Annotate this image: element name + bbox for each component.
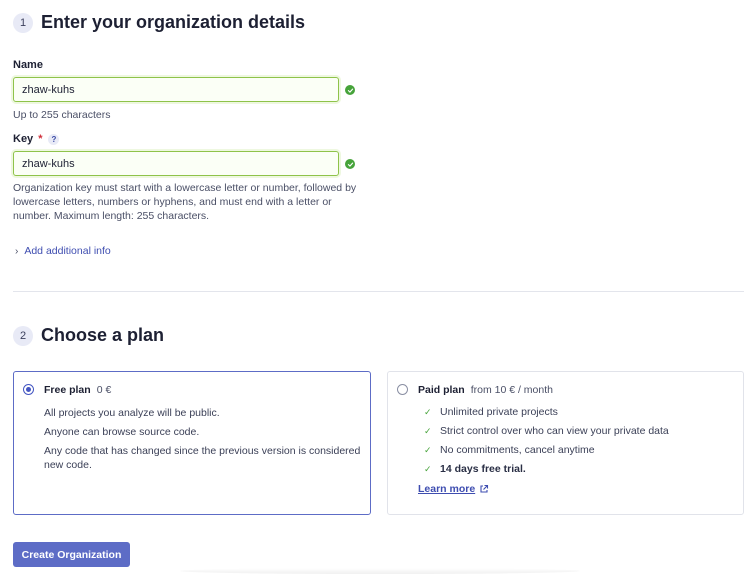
create-organization-button[interactable]: Create Organization bbox=[13, 542, 130, 567]
check-icon: ✓ bbox=[424, 406, 432, 417]
name-label-text: Name bbox=[13, 59, 43, 71]
feature-text: Strict control over who can view your pr… bbox=[440, 425, 669, 437]
key-field[interactable] bbox=[13, 151, 339, 176]
key-input[interactable] bbox=[22, 157, 338, 170]
paid-plan-name: Paid plan bbox=[418, 384, 465, 396]
learn-more-link[interactable]: Learn more bbox=[418, 483, 489, 495]
free-plan-title: Free plan 0 € bbox=[44, 384, 111, 396]
check-icon: ✓ bbox=[424, 463, 432, 474]
add-additional-info-label: Add additional info bbox=[24, 245, 111, 257]
step-2-title: Choose a plan bbox=[41, 325, 165, 345]
feature-text: 14 days free trial. bbox=[440, 463, 526, 475]
valid-check-icon bbox=[345, 85, 355, 95]
key-label: Key * ? bbox=[13, 133, 60, 145]
step-1-title: Enter your organization details bbox=[41, 12, 306, 32]
valid-check-icon bbox=[345, 159, 355, 169]
free-plan-line: All projects you analyze will be public. bbox=[44, 407, 220, 419]
required-mark: * bbox=[38, 133, 43, 145]
paid-plan-feature: ✓ Strict control over who can view your … bbox=[424, 425, 669, 437]
add-additional-info-link[interactable]: › Add additional info bbox=[15, 245, 111, 257]
key-hint: Organization key must start with a lower… bbox=[13, 182, 357, 222]
check-icon: ✓ bbox=[424, 444, 432, 455]
name-field[interactable] bbox=[13, 77, 339, 102]
paid-plan-card[interactable]: Paid plan from 10 € / month ✓ Unlimited p… bbox=[387, 371, 744, 515]
external-link-icon bbox=[480, 484, 489, 493]
name-hint: Up to 255 characters bbox=[13, 109, 111, 121]
free-plan-radio[interactable] bbox=[23, 384, 34, 395]
paid-plan-price: from 10 € / month bbox=[470, 384, 553, 396]
paid-plan-title: Paid plan from 10 € / month bbox=[418, 384, 553, 396]
key-label-text: Key bbox=[13, 133, 34, 145]
paid-plan-feature: ✓ Unlimited private projects bbox=[424, 406, 558, 418]
step-1-header: 1 Enter your organization details bbox=[13, 12, 305, 33]
free-plan-line: Anyone can browse source code. bbox=[44, 426, 200, 438]
step-number-badge: 1 bbox=[13, 12, 33, 33]
free-plan-name: Free plan bbox=[44, 384, 91, 396]
help-icon[interactable]: ? bbox=[48, 133, 60, 145]
bottom-shadow bbox=[180, 568, 580, 574]
step-2-header: 2 Choose a plan bbox=[13, 325, 164, 346]
chevron-right-icon: › bbox=[15, 245, 19, 257]
feature-text: Unlimited private projects bbox=[440, 406, 558, 418]
free-plan-price: 0 € bbox=[96, 384, 112, 396]
feature-text: No commitments, cancel anytime bbox=[440, 444, 595, 456]
paid-plan-feature: ✓ No commitments, cancel anytime bbox=[424, 444, 595, 456]
step-number-badge: 2 bbox=[13, 325, 33, 346]
free-plan-line: Any code that has changed since the prev… bbox=[44, 445, 361, 471]
name-input[interactable] bbox=[22, 83, 338, 96]
paid-plan-radio[interactable] bbox=[397, 384, 408, 395]
section-divider bbox=[13, 291, 744, 292]
free-plan-card[interactable]: Free plan 0 € All projects you analyze wi… bbox=[13, 371, 371, 515]
learn-more-label: Learn more bbox=[418, 483, 476, 495]
name-label: Name bbox=[13, 59, 43, 71]
paid-plan-feature: ✓ 14 days free trial. bbox=[424, 463, 526, 475]
check-icon: ✓ bbox=[424, 425, 432, 436]
